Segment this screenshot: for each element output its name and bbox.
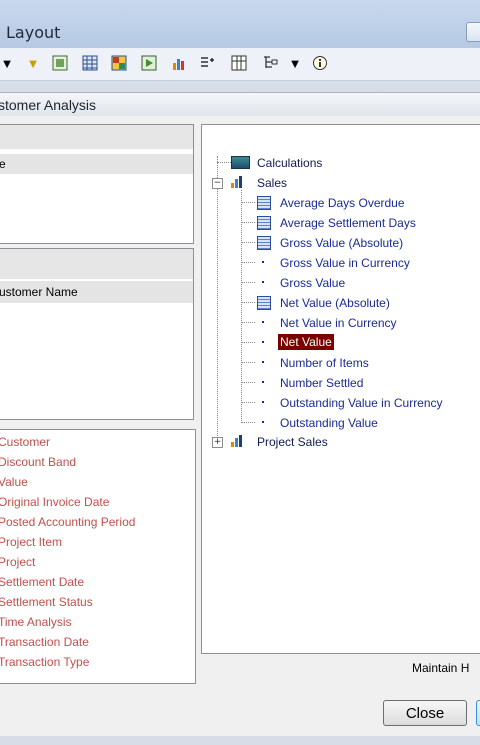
tree-node-measure[interactable]: Gross Value (Absolute) (280, 236, 403, 250)
tree-connector (241, 302, 255, 303)
tree-connector (241, 362, 255, 363)
tree-connector (241, 322, 255, 323)
tree-connector (241, 382, 255, 383)
field-item[interactable]: Project (0, 555, 35, 569)
columns-panel-selected-row[interactable]: ustomer Name (0, 281, 193, 303)
field-item[interactable]: Settlement Status (0, 595, 93, 609)
tree-node-measure[interactable]: Net Value in Currency (280, 316, 397, 330)
bar-chart-icon (231, 176, 245, 188)
tree-node-sales[interactable]: Sales (257, 176, 287, 190)
measure-dot-icon (262, 281, 264, 283)
expand-icon[interactable]: + (212, 437, 223, 448)
tree-node-project-sales[interactable]: Project Sales (257, 435, 328, 449)
columns-panel-item-label: ustomer Name (0, 285, 78, 299)
info-icon[interactable] (311, 54, 329, 72)
bar-chart-icon (231, 435, 245, 447)
measure-dot-icon (262, 401, 264, 403)
field-item[interactable]: Original Invoice Date (0, 495, 109, 509)
tree-node-measure[interactable]: Number Settled (280, 376, 363, 390)
collapse-icon[interactable]: − (212, 178, 223, 189)
tree-connector (241, 190, 242, 423)
field-item[interactable]: Transaction Date (0, 635, 89, 649)
layout-icon[interactable] (51, 54, 69, 72)
calculator-icon (231, 156, 250, 169)
bar-chart-icon[interactable] (170, 54, 188, 72)
window-control-button[interactable] (466, 22, 480, 42)
measure-grid-icon (257, 196, 271, 210)
tree-connector (241, 202, 255, 203)
field-list-panel[interactable]: Customer Discount Band Value Original In… (0, 429, 196, 684)
measure-dot-icon (262, 321, 264, 323)
tree-node-measure[interactable]: Number of Items (280, 356, 369, 370)
measure-dot-icon (262, 421, 264, 423)
dropdown-arrow-icon[interactable]: ▼ (286, 54, 304, 72)
tree-connector (217, 156, 218, 442)
next-button[interactable] (476, 700, 480, 726)
measure-grid-icon (257, 296, 271, 310)
color-table-icon[interactable] (110, 54, 128, 72)
tree-node-measure[interactable]: Gross Value in Currency (280, 256, 410, 270)
field-item[interactable]: Settlement Date (0, 575, 84, 589)
report-title: stomer Analysis (0, 97, 97, 113)
rows-panel-item-label: e (0, 157, 6, 171)
columns-panel-header (0, 249, 193, 279)
outline-icon[interactable] (198, 54, 216, 72)
rows-panel[interactable]: e (0, 124, 194, 244)
filter-icon[interactable]: ▼ (24, 54, 42, 72)
toolbar: ▼ ▼ ▼ (0, 48, 480, 81)
measure-dot-icon (262, 381, 264, 383)
tree-connector (241, 222, 255, 223)
tree-connector (241, 282, 255, 283)
tree-connector (241, 402, 255, 403)
columns-panel[interactable]: ustomer Name (0, 248, 194, 420)
close-button[interactable]: Close (383, 700, 467, 726)
tree-connector (241, 262, 255, 263)
play-table-icon[interactable] (140, 54, 158, 72)
measure-dot-icon (262, 261, 264, 263)
window-title: Layout (6, 23, 61, 42)
rows-panel-header (0, 125, 193, 149)
title-bar (0, 0, 480, 48)
field-item[interactable]: Project Item (0, 535, 62, 549)
tree-icon[interactable] (261, 54, 279, 72)
tree-node-measure[interactable]: Gross Value (280, 276, 345, 290)
table-icon[interactable] (81, 54, 99, 72)
maintain-label: Maintain H (412, 661, 470, 675)
tree-node-measure[interactable]: Outstanding Value (280, 416, 378, 430)
tree-connector (241, 242, 255, 243)
measure-grid-icon (257, 216, 271, 230)
tree-connector (241, 422, 255, 423)
tree-node-measure[interactable]: Net Value (Absolute) (280, 296, 390, 310)
measure-dot-icon (262, 361, 264, 363)
tree-connector (241, 342, 255, 343)
dropdown-arrow-icon[interactable]: ▼ (0, 54, 16, 72)
tree-node-calculations[interactable]: Calculations (257, 156, 322, 170)
tree-node-measure[interactable]: Outstanding Value in Currency (280, 396, 443, 410)
tree-node-measure-selected[interactable]: Net Value (278, 334, 334, 350)
measures-tree-panel[interactable]: Calculations − Sales Average Days Overdu… (201, 124, 480, 654)
tree-node-measure[interactable]: Average Days Overdue (280, 196, 405, 210)
field-item[interactable]: Customer (0, 435, 50, 449)
tree-connector (217, 162, 231, 163)
tree-node-measure[interactable]: Average Settlement Days (280, 216, 416, 230)
rows-panel-selected-row[interactable]: e (0, 154, 193, 174)
measure-dot-icon (262, 341, 264, 343)
columns-icon[interactable] (230, 54, 248, 72)
field-item[interactable]: Value (0, 475, 28, 489)
field-item[interactable]: Posted Accounting Period (0, 515, 135, 529)
field-item[interactable]: Time Analysis (0, 615, 72, 629)
field-item[interactable]: Transaction Type (0, 655, 89, 669)
field-item[interactable]: Discount Band (0, 455, 76, 469)
measure-grid-icon (257, 236, 271, 250)
